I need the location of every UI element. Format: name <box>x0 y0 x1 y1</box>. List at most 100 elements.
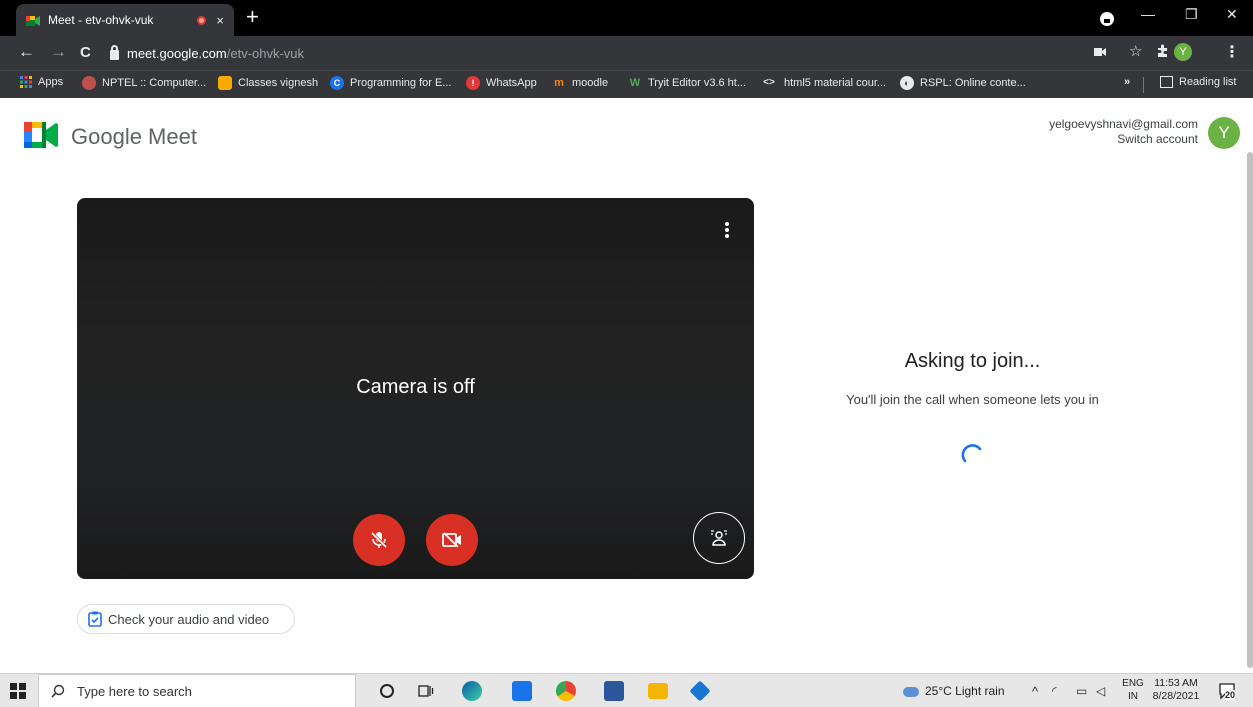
bookmark-label: Apps <box>38 76 64 88</box>
chrome-profile-avatar[interactable]: Y <box>1174 43 1192 61</box>
recording-indicator-icon <box>197 15 207 25</box>
search-placeholder: Type here to search <box>77 683 192 699</box>
browser-tab-strip: Meet - etv-ohvk-vuk × + — ❐ ✕ <box>0 0 1253 36</box>
url-host: meet.google.com <box>127 45 227 61</box>
search-icon <box>51 684 65 698</box>
weather-widget[interactable]: 25°C Light rain <box>903 684 1005 698</box>
bookmarks-divider <box>1143 77 1144 93</box>
join-status-title: Asking to join... <box>904 350 1041 372</box>
camera-status-text: Camera is off <box>356 376 475 398</box>
battery-icon[interactable]: ▭ <box>1076 684 1087 698</box>
camera-off-icon <box>442 532 461 548</box>
lock-icon <box>110 44 119 60</box>
bookmarks-bar: Apps NPTEL :: Computer... Classes vignes… <box>0 70 1253 98</box>
more-bookmarks-button[interactable]: » <box>1124 76 1130 88</box>
bookmark-nptel[interactable]: NPTEL :: Computer... <box>82 76 206 90</box>
browser-tab-meet[interactable]: Meet - etv-ohvk-vuk × <box>16 4 234 36</box>
lang-top: ENG <box>1122 678 1144 689</box>
bookmark-programming[interactable]: C Programming for E... <box>330 76 451 90</box>
task-view-icon[interactable] <box>418 683 434 699</box>
bookmark-whatsapp[interactable]: ! WhatsApp <box>466 76 537 90</box>
bookmark-tryit[interactable]: W Tryit Editor v3.6 ht... <box>628 76 746 90</box>
c-icon: C <box>330 76 344 90</box>
edge-browser-icon[interactable] <box>462 681 482 701</box>
reading-list-label: Reading list <box>1179 76 1237 88</box>
code-icon: <> <box>763 77 775 88</box>
back-button[interactable]: ← <box>18 42 35 62</box>
taskbar-search-input[interactable]: Type here to search <box>38 674 356 707</box>
app-icon[interactable] <box>689 680 711 702</box>
clock-date: 8/28/2021 <box>1152 690 1200 702</box>
volume-icon[interactable]: ◁ <box>1096 684 1105 698</box>
bookmark-apps[interactable]: Apps <box>20 76 63 88</box>
bookmark-label: RSPL: Online conte... <box>920 77 1026 89</box>
join-status-subtitle: You'll join the call when someone lets y… <box>846 392 1099 407</box>
browser-toolbar: ← → C meet.google.com/etv-ohvk-vuk ☆ ⋮ <box>0 36 1253 70</box>
tab-title: Meet - etv-ohvk-vuk <box>48 13 154 27</box>
windows-start-button[interactable] <box>10 683 26 699</box>
mic-off-icon <box>370 531 388 549</box>
meet-favicon-icon <box>26 14 40 26</box>
lang-bottom: IN <box>1128 691 1138 702</box>
file-explorer-icon[interactable] <box>648 683 668 699</box>
word-icon[interactable] <box>604 681 624 701</box>
camera-in-use-icon[interactable] <box>1094 44 1106 60</box>
forward-button[interactable]: → <box>50 42 67 62</box>
close-window-button[interactable]: ✕ <box>1226 6 1238 23</box>
notifications-icon[interactable]: 20 <box>1218 682 1236 700</box>
bookmark-moodle[interactable]: m moodle <box>552 76 608 90</box>
google-meet-logo-icon <box>24 122 58 148</box>
classroom-icon <box>218 76 232 90</box>
input-language[interactable]: ENG IN <box>1120 677 1146 703</box>
bookmark-star-icon[interactable]: ☆ <box>1129 42 1142 60</box>
restore-button[interactable]: ❐ <box>1185 6 1198 23</box>
tab-close-icon[interactable]: × <box>216 13 224 28</box>
cortana-icon[interactable] <box>380 684 394 698</box>
clipboard-check-icon <box>88 611 102 627</box>
minimize-button[interactable]: — <box>1141 6 1155 22</box>
page-scrollbar[interactable] <box>1247 152 1253 668</box>
bookmark-rspl[interactable]: ◐ RSPL: Online conte... <box>900 76 1026 90</box>
weather-text: 25°C Light rain <box>925 684 1005 698</box>
bookmark-label: html5 material cour... <box>784 77 887 89</box>
account-avatar[interactable]: Y <box>1208 117 1240 149</box>
new-tab-button[interactable]: + <box>246 6 259 28</box>
windows-taskbar: Type here to search 25°C Light rain ^ ◜ … <box>0 673 1253 707</box>
url-path: /etv-ohvk-vuk <box>226 45 305 61</box>
mail-icon[interactable] <box>512 681 532 701</box>
system-clock[interactable]: 11:53 AM 8/28/2021 <box>1150 677 1202 703</box>
wifi-icon[interactable]: ◜ <box>1052 684 1057 698</box>
check-audio-video-button[interactable]: Check your audio and video <box>77 604 295 634</box>
w3schools-icon: W <box>629 77 641 89</box>
clock-time: 11:53 AM <box>1154 677 1198 689</box>
visual-effects-icon <box>711 530 727 546</box>
chrome-icon[interactable] <box>556 681 576 701</box>
microphone-toggle-button[interactable] <box>353 514 405 566</box>
camera-toggle-button[interactable] <box>426 514 478 566</box>
reading-list-button[interactable]: Reading list <box>1160 76 1236 88</box>
moodle-icon: m <box>554 77 564 89</box>
cloud-rain-icon <box>903 686 919 697</box>
visual-effects-button[interactable] <box>693 512 745 564</box>
chrome-menu-icon[interactable]: ⋮ <box>1224 42 1240 62</box>
bookmark-label: WhatsApp <box>486 77 537 89</box>
globe-icon: ◐ <box>900 76 914 90</box>
bookmark-classes[interactable]: Classes vignesh <box>218 76 318 90</box>
profile-icon[interactable] <box>1100 12 1114 26</box>
check-audio-video-label: Check your audio and video <box>108 611 270 627</box>
switch-account-link[interactable]: Switch account <box>1030 132 1198 146</box>
bookmark-label: Programming for E... <box>350 77 452 89</box>
bookmark-label: NPTEL :: Computer... <box>102 77 207 89</box>
bookmark-label: moodle <box>572 77 609 89</box>
tray-expand-icon[interactable]: ^ <box>1032 684 1038 699</box>
apps-grid-icon <box>20 76 32 88</box>
bookmark-label: Tryit Editor v3.6 ht... <box>648 77 747 89</box>
reading-list-icon <box>1160 76 1173 88</box>
extensions-icon[interactable] <box>1156 44 1169 60</box>
bookmark-html5[interactable]: <> html5 material cour... <box>760 76 886 90</box>
loading-spinner-icon <box>961 444 982 463</box>
more-options-icon[interactable] <box>717 220 737 240</box>
address-bar[interactable]: meet.google.com/etv-ohvk-vuk <box>110 40 1090 66</box>
nptel-icon <box>82 76 96 90</box>
reload-button[interactable]: C <box>80 44 91 61</box>
